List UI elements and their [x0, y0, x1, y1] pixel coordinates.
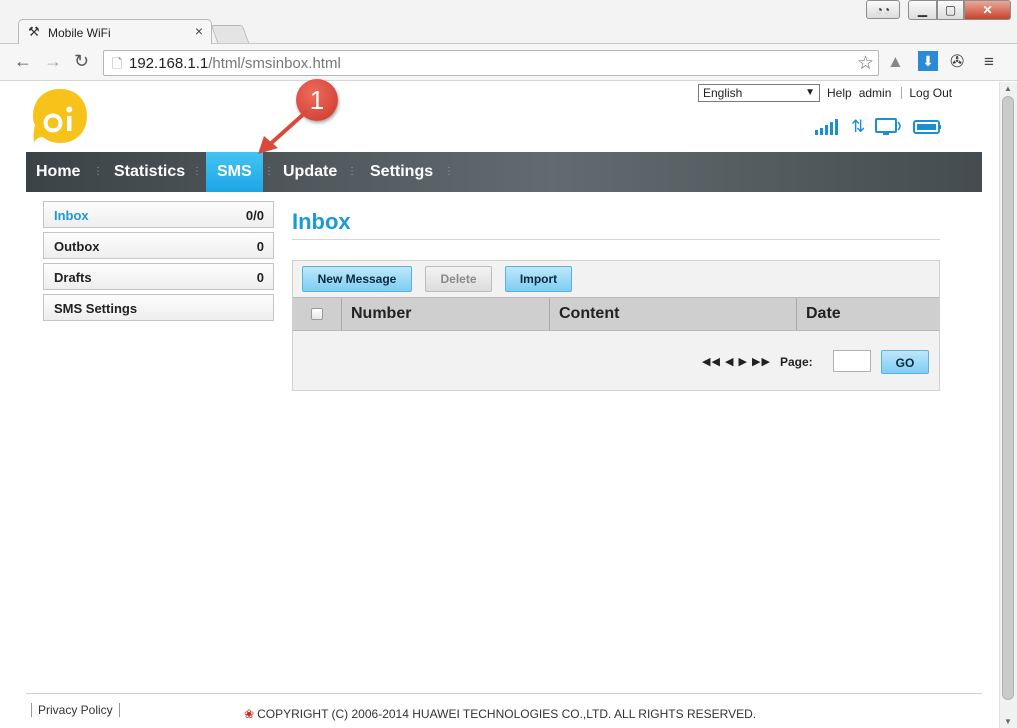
copyright: ❀ COPYRIGHT (C) 2006-2014 HUAWEI TECHNOLO… — [244, 707, 756, 721]
copyright-text: COPYRIGHT (C) 2006-2014 HUAWEI TECHNOLOG… — [257, 707, 757, 721]
sidebar-item-label: SMS Settings — [54, 301, 138, 316]
table-header: Number Content Date — [293, 297, 939, 331]
nav-statistics[interactable]: Statistics — [114, 152, 185, 192]
logout-link[interactable]: Log Out — [909, 86, 952, 100]
nav-update[interactable]: Update — [283, 152, 337, 192]
status-icons: ⇅ — [815, 117, 943, 137]
sidebar-item-outbox[interactable]: Outbox 0 — [43, 232, 274, 259]
column-divider — [341, 298, 342, 330]
scroll-up-icon[interactable]: ▲ — [1004, 84, 1012, 93]
sidebar-item-sms-settings[interactable]: SMS Settings — [43, 294, 274, 321]
main-navigation: Home ⋮ Statistics ⋮ SMS ⋮ Update ⋮ Setti… — [26, 152, 982, 192]
nav-separator: ⋮ — [264, 166, 274, 177]
scroll-down-icon[interactable]: ▼ — [1004, 717, 1012, 726]
tab-title: Mobile WiFi — [48, 26, 111, 40]
username: admin — [858, 86, 892, 100]
minimize-button[interactable]: ▁ — [908, 0, 937, 20]
reload-icon[interactable]: ↻ — [74, 51, 89, 72]
url-text: 192.168.1.1/html/smsinbox.html — [129, 55, 341, 72]
window-controls: ◔◔ ▁ ▢ ✕ — [866, 0, 1011, 20]
browser-tab[interactable]: ⚒ Mobile WiFi × — [18, 19, 212, 45]
header-links: English ▼ Help admin Log Out — [698, 84, 952, 102]
sidebar-item-label: Drafts — [54, 270, 92, 285]
forward-icon[interactable]: → — [44, 51, 62, 72]
address-bar[interactable]: 🗋 192.168.1.1/html/smsinbox.html ☆ — [103, 50, 879, 76]
battery-icon — [913, 120, 942, 134]
new-tab-button[interactable] — [210, 25, 250, 43]
nav-settings[interactable]: Settings — [370, 152, 433, 192]
url-path: /html/smsinbox.html — [208, 55, 341, 72]
scroll-thumb[interactable] — [1002, 96, 1014, 700]
nav-separator: ⋮ — [192, 166, 202, 177]
column-divider — [549, 298, 550, 330]
huawei-logo-icon: ❀ — [244, 707, 255, 721]
select-all-checkbox[interactable] — [311, 308, 323, 320]
oi-logo — [33, 89, 87, 143]
bookmark-star-icon[interactable]: ☆ — [857, 52, 874, 75]
sidebar-item-label: Outbox — [54, 239, 100, 254]
sidebar-item-count: 0 — [256, 239, 264, 254]
column-number[interactable]: Number — [351, 298, 411, 330]
signal-strength-icon — [815, 119, 838, 135]
sidebar-item-count: 0 — [256, 270, 264, 285]
sidebar-item-label: Inbox — [54, 208, 89, 223]
page-nav-arrows-icon[interactable]: ◀◀ ◀ ▶ ▶▶ — [702, 355, 771, 368]
page-label: Page: — [780, 355, 813, 369]
nav-home[interactable]: Home — [36, 152, 80, 192]
tools-icon: ⚒ — [28, 24, 40, 39]
column-date[interactable]: Date — [806, 298, 841, 330]
privacy-policy-link[interactable]: Privacy Policy — [31, 703, 120, 717]
browser-titlebar: ⚒ Mobile WiFi × ◔◔ ▁ ▢ ✕ — [0, 0, 1017, 45]
browser-toolbar: ← → ↻ 🗋 192.168.1.1/html/smsinbox.html ☆… — [0, 44, 1017, 81]
title-divider — [292, 239, 940, 240]
inbox-panel: New Message Delete Import Number Content… — [292, 260, 940, 391]
nav-separator: ⋮ — [347, 166, 357, 177]
drive-icon[interactable]: ▲ — [887, 52, 904, 72]
close-tab-icon[interactable]: × — [195, 23, 203, 39]
nav-separator: ⋮ — [93, 166, 103, 177]
dropdown-arrow-icon: ▼ — [805, 87, 815, 98]
new-message-button[interactable]: New Message — [302, 266, 412, 292]
url-host: 192.168.1.1 — [129, 55, 209, 72]
back-icon[interactable]: ← — [14, 51, 32, 72]
column-divider — [796, 298, 797, 330]
sms-sidebar: Inbox 0/0 Outbox 0 Drafts 0 SMS Settings — [43, 201, 274, 325]
sidebar-item-inbox[interactable]: Inbox 0/0 — [43, 201, 274, 228]
divider — [901, 87, 903, 99]
help-link[interactable]: Help — [827, 86, 852, 100]
language-select[interactable]: English ▼ — [698, 84, 820, 102]
annotation-arrow — [258, 110, 308, 154]
delete-button[interactable]: Delete — [425, 266, 492, 292]
pagination: ◀◀ ◀ ▶ ▶▶ Page: GO — [293, 350, 939, 374]
account-icon[interactable]: ◔◔ — [866, 0, 900, 19]
column-content[interactable]: Content — [559, 298, 619, 330]
sidebar-item-drafts[interactable]: Drafts 0 — [43, 263, 274, 290]
wifi-monitor-icon — [875, 118, 901, 135]
close-window-button[interactable]: ✕ — [964, 0, 1011, 20]
nav-sms[interactable]: SMS — [206, 152, 263, 192]
page-number-input[interactable] — [833, 350, 871, 372]
data-transfer-icon: ⇅ — [851, 117, 866, 136]
film-reel-icon[interactable]: ✇ — [950, 52, 964, 72]
sidebar-item-count: 0/0 — [245, 208, 264, 223]
vertical-scrollbar[interactable]: ▲ ▼ — [999, 82, 1017, 728]
page-icon: 🗋 — [112, 56, 123, 71]
import-button[interactable]: Import — [505, 266, 572, 292]
language-value: English — [703, 86, 743, 100]
menu-icon[interactable]: ≡ — [984, 52, 994, 72]
nav-separator: ⋮ — [444, 166, 454, 177]
maximize-button[interactable]: ▢ — [937, 0, 964, 20]
footer-divider — [26, 693, 982, 694]
download-icon[interactable]: ⬇ — [918, 51, 938, 71]
page-title: Inbox — [292, 209, 351, 234]
go-button[interactable]: GO — [881, 350, 929, 374]
